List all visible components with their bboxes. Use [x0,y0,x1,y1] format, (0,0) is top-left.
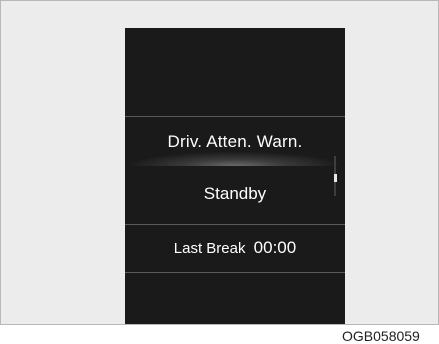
bottom-divider [125,272,345,273]
top-divider [125,116,345,117]
scrollbar-thumb [334,174,337,182]
status-text: Standby [203,184,267,203]
middle-divider [125,224,345,225]
feature-title: Driv. Atten. Warn. [125,118,345,166]
last-break-label: Last Break [173,240,246,257]
cluster-display: Driv. Atten. Warn. Standby Last Break 00… [125,28,345,324]
figure-code: OGB058059 [342,328,420,344]
last-break-time: 00:00 [253,238,297,257]
last-break-row: Last Break 00:00 [125,226,345,270]
